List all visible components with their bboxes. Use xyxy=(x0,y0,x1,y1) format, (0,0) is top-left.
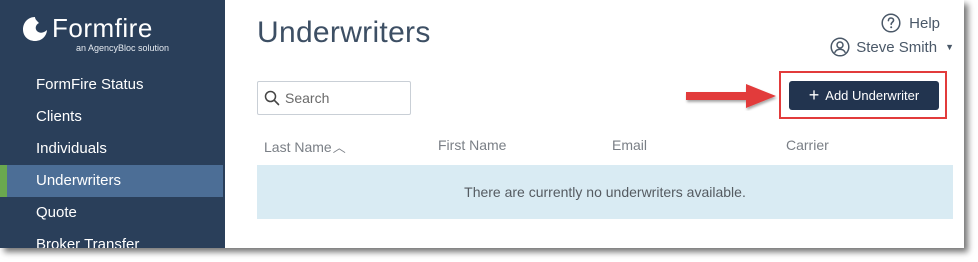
annotation-arrow-icon xyxy=(686,84,776,108)
question-circle-icon xyxy=(881,13,901,33)
sidebar-item-clients[interactable]: Clients xyxy=(0,101,225,133)
sidebar-item-label: Underwriters xyxy=(36,172,122,189)
search-icon xyxy=(264,90,280,106)
sidebar-nav: FormFire Status Clients Individuals Unde… xyxy=(0,69,225,248)
add-underwriter-label: Add Underwriter xyxy=(825,88,920,103)
brand-logo[interactable]: Formfire an AgencyBloc solution xyxy=(22,13,212,58)
column-header-carrier[interactable]: Carrier xyxy=(786,137,829,153)
help-label: Help xyxy=(909,14,940,32)
app-window: Formfire an AgencyBloc solution FormFire… xyxy=(0,0,964,248)
page-title: Underwriters xyxy=(257,16,431,49)
search-input[interactable] xyxy=(285,90,403,106)
sidebar-item-label: FormFire Status xyxy=(36,76,144,93)
table-header: Last Name︿ First Name Email Carrier xyxy=(257,137,953,159)
sidebar-item-label: Clients xyxy=(36,108,82,125)
sidebar: Formfire an AgencyBloc solution FormFire… xyxy=(0,0,225,248)
brand-tagline: an AgencyBloc solution xyxy=(76,43,170,53)
sidebar-item-individuals[interactable]: Individuals xyxy=(0,133,225,165)
search-box[interactable] xyxy=(257,81,411,115)
empty-state-row: There are currently no underwriters avai… xyxy=(257,165,953,219)
column-header-first-name[interactable]: First Name xyxy=(438,137,506,153)
plus-icon: + xyxy=(808,84,820,105)
sidebar-item-underwriters[interactable]: Underwriters xyxy=(0,165,223,197)
chevron-down-icon: ▼ xyxy=(945,42,954,52)
user-circle-icon xyxy=(830,37,850,57)
empty-state-message: There are currently no underwriters avai… xyxy=(464,184,746,200)
column-header-label: First Name xyxy=(438,137,507,153)
sidebar-item-broker-transfer[interactable]: Broker Transfer xyxy=(0,229,225,248)
column-header-label: Email xyxy=(612,137,648,153)
sidebar-item-formfire-status[interactable]: FormFire Status xyxy=(0,69,225,101)
column-header-label: Carrier xyxy=(786,137,829,153)
column-header-last-name[interactable]: Last Name︿ xyxy=(264,137,346,156)
sort-ascending-icon: ︿ xyxy=(332,140,346,155)
user-menu[interactable]: Steve Smith ▼ xyxy=(830,36,954,58)
column-header-email[interactable]: Email xyxy=(612,137,647,153)
column-header-label: Last Name xyxy=(264,139,332,155)
help-link[interactable]: Help xyxy=(881,12,940,34)
formfire-logo-icon xyxy=(23,17,47,41)
add-underwriter-button[interactable]: + Add Underwriter xyxy=(789,81,939,110)
sidebar-item-label: Quote xyxy=(36,204,77,221)
brand-name: Formfire xyxy=(52,13,153,43)
sidebar-item-label: Individuals xyxy=(36,140,107,157)
main-content: Underwriters Help Steve Smith ▼ Search +… xyxy=(225,0,964,248)
user-name: Steve Smith xyxy=(856,38,938,56)
sidebar-item-label: Broker Transfer xyxy=(36,236,140,248)
sidebar-item-quote[interactable]: Quote xyxy=(0,197,225,229)
